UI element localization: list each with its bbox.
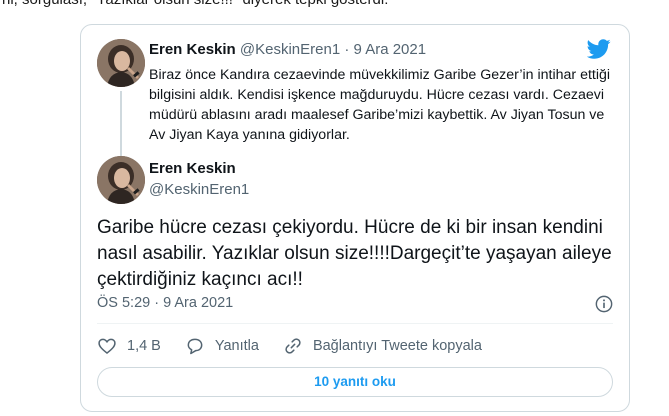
info-icon[interactable] xyxy=(595,295,613,313)
article-text-fragment: ni, sorgulası, "Yazıklar olsun size!!!" … xyxy=(0,0,669,8)
copy-link-button[interactable]: Bağlantıyı Tweete kopyala xyxy=(283,336,482,356)
link-icon xyxy=(285,338,301,354)
avatar[interactable] xyxy=(97,39,145,87)
author-name[interactable]: Eren Keskin xyxy=(149,160,236,177)
author-handle[interactable]: @KeskinEren1 xyxy=(149,181,249,198)
reply-button[interactable]: Yanıtla xyxy=(185,336,259,356)
reply-label: Yanıtla xyxy=(214,338,259,354)
separator-dot: · xyxy=(340,41,354,58)
embedded-tweet-card[interactable]: Eren Keskin @KeskinEren1 · 9 Ara 2021 Bi… xyxy=(80,24,630,412)
reply-bubble-icon xyxy=(187,338,203,355)
avatar[interactable] xyxy=(97,156,145,204)
author-name[interactable]: Eren Keskin xyxy=(149,41,236,58)
twitter-bird-icon[interactable] xyxy=(587,37,611,61)
quoted-tweet-header: Eren Keskin @KeskinEren1 · 9 Ara 2021 xyxy=(149,41,426,58)
tweet-text: Garibe hücre cezası çekiyordu. Hücre de … xyxy=(97,217,612,290)
tweet-date-link[interactable]: 9 Ara 2021 xyxy=(354,41,427,58)
like-count: 1,4 B xyxy=(127,338,161,354)
author-handle[interactable]: @KeskinEren1 xyxy=(240,41,340,58)
tweet-actions: 1,4 B Yanıtla Bağlantıyı Tweete kopyala xyxy=(97,335,506,357)
tweet-meta-row: ÖS 5:29 · 9 Ara 2021 xyxy=(97,295,613,315)
like-button[interactable]: 1,4 B xyxy=(97,336,161,356)
read-replies-button[interactable]: 10 yanıtı oku xyxy=(97,367,613,397)
thread-connector-line xyxy=(120,91,122,161)
divider xyxy=(97,323,613,324)
tweet-timestamp-link[interactable]: ÖS 5:29 · 9 Ara 2021 xyxy=(97,295,233,311)
copy-link-label: Bağlantıyı Tweete kopyala xyxy=(312,338,482,354)
quoted-tweet-text: Biraz önce Kandıra cezaevinde müvekkilim… xyxy=(149,67,611,143)
heart-icon xyxy=(98,338,116,355)
